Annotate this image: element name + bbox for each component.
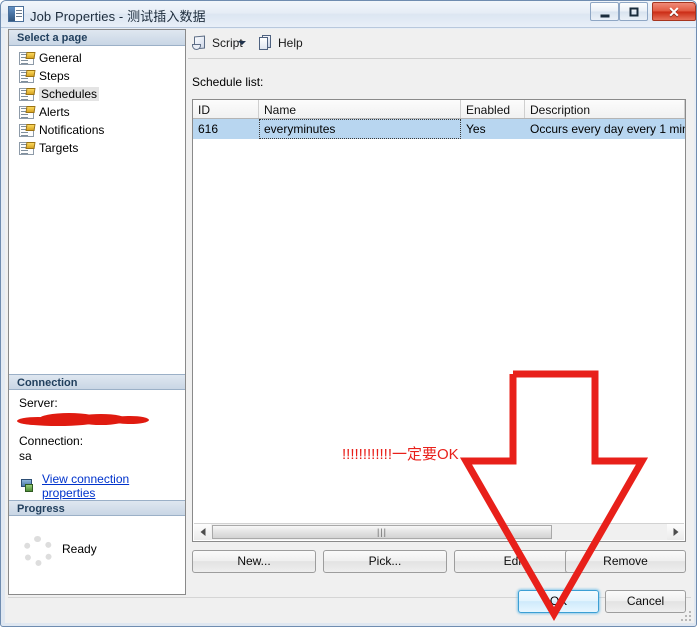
column-header-description[interactable]: Description: [525, 100, 685, 118]
scroll-right-arrow-icon[interactable]: [667, 524, 684, 540]
select-a-page-header: Select a page: [9, 30, 185, 46]
horizontal-scrollbar[interactable]: |||: [194, 523, 684, 540]
view-connection-properties-link[interactable]: View connection properties: [42, 472, 185, 500]
job-properties-window: Job Properties - 测试插入数据 ✕ Select a page …: [0, 0, 697, 627]
connection-value: sa: [19, 449, 32, 463]
server-name-redaction: [17, 412, 149, 427]
sidebar-item-label: Targets: [39, 141, 79, 155]
right-content-panel: Script Help Schedule list: ID Name Enabl…: [188, 29, 691, 595]
progress-status-text: Ready: [62, 542, 97, 556]
script-button[interactable]: Script: [192, 33, 243, 53]
ok-button[interactable]: OK: [518, 590, 599, 613]
column-header-enabled[interactable]: Enabled: [461, 100, 525, 118]
sidebar-item-label: Schedules: [39, 87, 100, 101]
cell-description: Occurs every day every 1 minute(s) b: [530, 122, 685, 136]
chevron-down-icon[interactable]: [238, 41, 246, 45]
left-navigation-panel: Select a page General Steps Schedules Al…: [8, 29, 186, 595]
page-icon: [19, 87, 34, 101]
maximize-icon: [629, 7, 638, 16]
help-label: Help: [278, 36, 303, 50]
edit-button[interactable]: Edit: [454, 550, 574, 573]
sidebar-item-alerts[interactable]: Alerts: [9, 103, 185, 121]
cell-name: everyminutes: [259, 119, 461, 139]
scrollbar-grip: |||: [376, 527, 388, 537]
minimize-button[interactable]: [590, 2, 619, 21]
cancel-button[interactable]: Cancel: [605, 590, 686, 613]
grid-action-buttons: New... Pick... Edit Remove: [192, 550, 686, 574]
grid-rows: 616 everyminutes Yes Occurs every day ev…: [193, 119, 685, 139]
close-icon: ✕: [668, 3, 680, 20]
progress-header: Progress: [9, 500, 185, 516]
schedule-list-label: Schedule list:: [192, 75, 264, 89]
sidebar-item-label: Alerts: [39, 105, 70, 119]
page-icon: [19, 141, 34, 155]
help-icon: [258, 35, 274, 51]
sidebar-item-general[interactable]: General: [9, 49, 185, 67]
page-icon: [19, 69, 34, 83]
sql-job-icon: [8, 6, 24, 22]
view-connection-properties-row[interactable]: View connection properties: [9, 463, 185, 500]
dialog-client-area: Select a page General Steps Schedules Al…: [5, 29, 694, 623]
sidebar-item-label: Notifications: [39, 123, 105, 137]
sidebar-item-targets[interactable]: Targets: [9, 139, 185, 157]
schedule-list-grid[interactable]: ID Name Enabled Description 616 everymin…: [192, 99, 686, 542]
sidebar-item-notifications[interactable]: Notifications: [9, 121, 185, 139]
script-icon: [192, 35, 208, 51]
sidebar-item-label: General: [39, 51, 82, 65]
progress-body: Ready: [9, 518, 185, 578]
column-header-name[interactable]: Name: [259, 100, 461, 118]
help-button[interactable]: Help: [258, 33, 303, 53]
scrollbar-thumb[interactable]: |||: [212, 525, 552, 539]
grid-header-row: ID Name Enabled Description: [193, 100, 685, 119]
pick-button[interactable]: Pick...: [323, 550, 447, 573]
page-icon: [19, 51, 34, 65]
page-icon: [19, 105, 34, 119]
remove-button[interactable]: Remove: [565, 550, 686, 573]
connection-header: Connection: [9, 374, 185, 390]
sidebar-item-schedules[interactable]: Schedules: [9, 85, 185, 103]
connection-body: Server: Connection: sa View connection p…: [9, 392, 185, 500]
sidebar-item-steps[interactable]: Steps: [9, 67, 185, 85]
progress-spinner-icon: [23, 536, 53, 566]
cell-id: 616: [198, 122, 219, 136]
scroll-left-arrow-icon[interactable]: [194, 524, 211, 540]
page-list: General Steps Schedules Alerts Notificat…: [9, 49, 185, 157]
resize-grip[interactable]: [679, 609, 691, 621]
maximize-button[interactable]: [619, 2, 648, 21]
network-connection-icon: [21, 479, 37, 493]
new-button[interactable]: New...: [192, 550, 316, 573]
page-icon: [19, 123, 34, 137]
minimize-icon: [600, 14, 609, 17]
title-bar: Job Properties - 测试插入数据 ✕: [1, 1, 696, 28]
cell-enabled: Yes: [466, 122, 486, 136]
column-header-id[interactable]: ID: [193, 100, 259, 118]
table-row[interactable]: 616 everyminutes Yes Occurs every day ev…: [193, 119, 685, 139]
sidebar-item-label: Steps: [39, 69, 70, 83]
window-title: Job Properties - 测试插入数据: [30, 9, 206, 24]
dialog-toolbar: Script Help: [188, 29, 691, 59]
server-label: Server:: [19, 396, 58, 410]
close-button[interactable]: ✕: [652, 2, 696, 21]
